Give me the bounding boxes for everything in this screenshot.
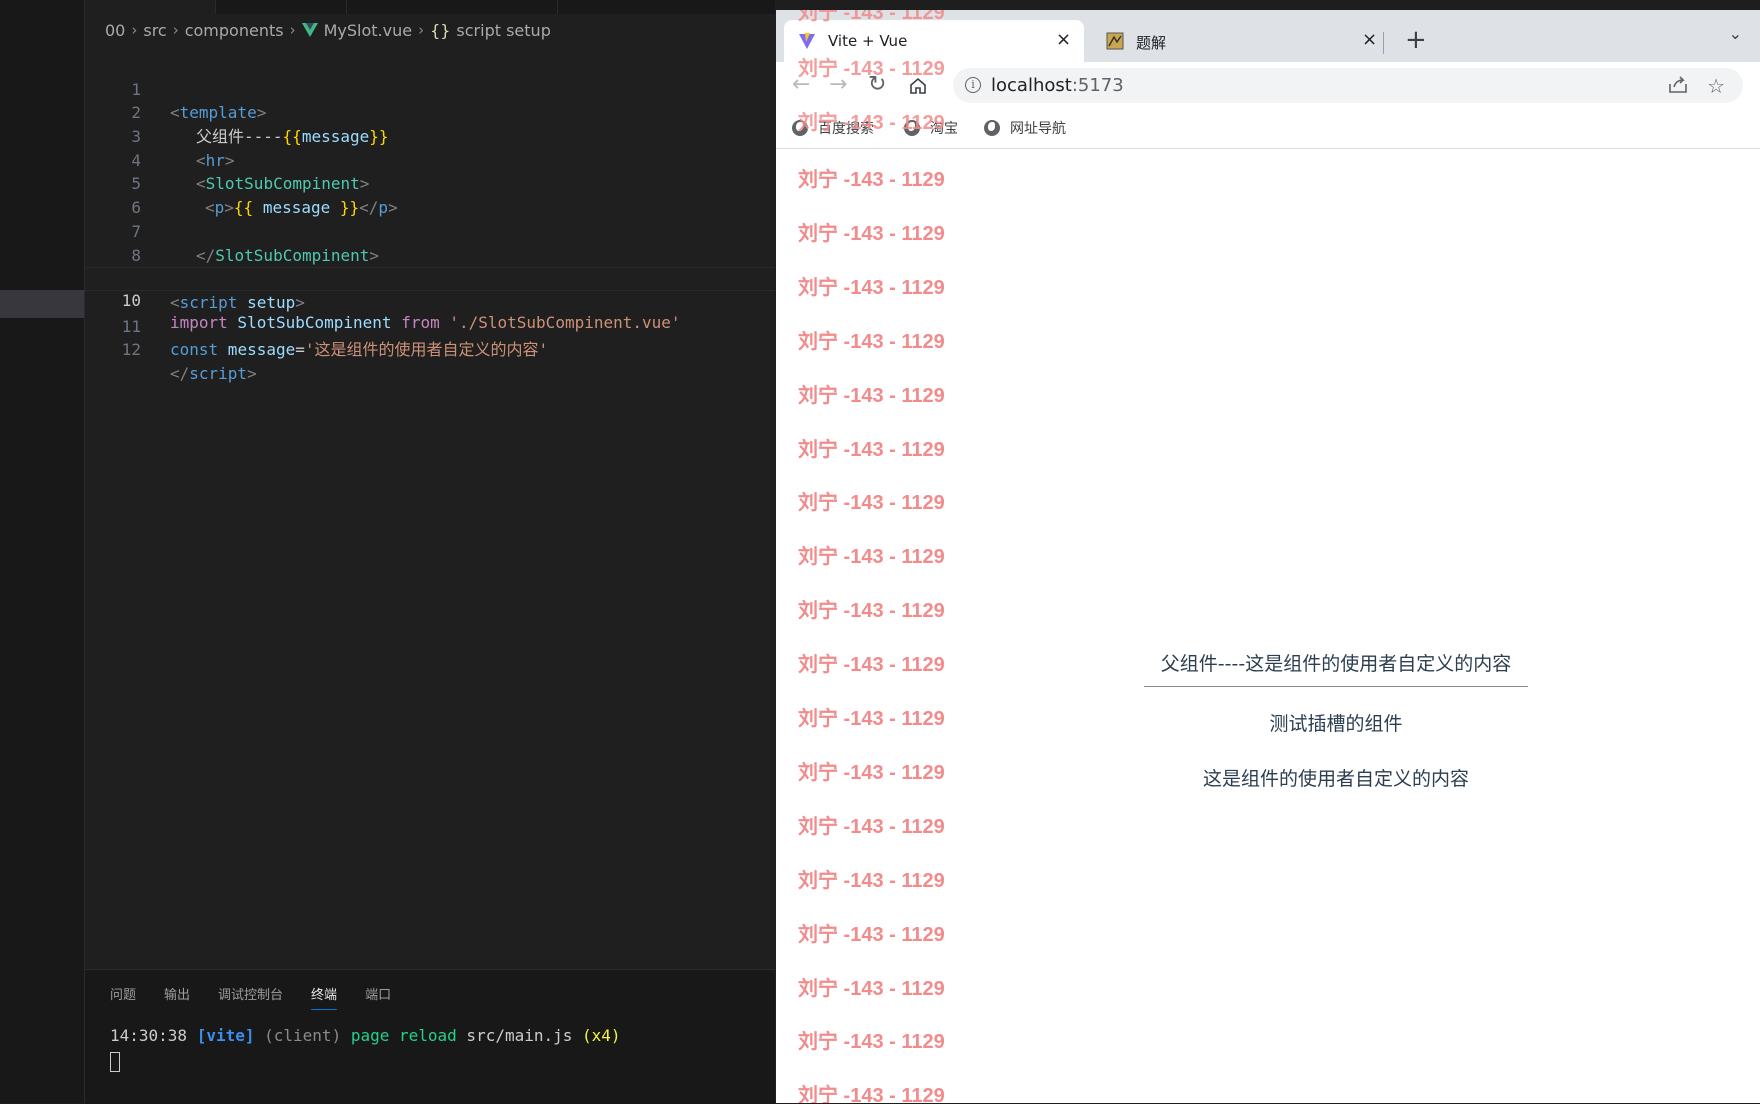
watermark-text: 刘宁 -143 - 1129 [798, 1085, 945, 1103]
breadcrumb-item[interactable]: components [185, 21, 284, 40]
terminal-output[interactable]: 14:30:38 [vite] (client) page reload src… [110, 1026, 621, 1045]
watermark-text: 刘宁 -143 - 1129 [798, 977, 945, 1000]
globe-icon [984, 120, 1000, 136]
tab-debug-console[interactable]: 调试控制台 [218, 984, 283, 1010]
browser-tab-active[interactable]: Vite + Vue × [784, 20, 1084, 62]
tab-output[interactable]: 输出 [164, 984, 190, 1010]
vite-favicon-icon [799, 33, 815, 49]
page-favicon-icon [1106, 32, 1124, 50]
tab-ports[interactable]: 端口 [365, 984, 391, 1010]
watermark-text: 刘宁 -143 - 1129 [798, 384, 945, 407]
bookmark-item[interactable]: 百度搜索 [792, 118, 874, 138]
chevron-right-icon: › [289, 21, 296, 39]
code-line-current[interactable]: 10 import SlotSubCompinent from './SlotS… [85, 267, 775, 332]
terminal-cursor [110, 1052, 120, 1072]
editor-tab-strip [85, 0, 775, 14]
watermark-text: 刘宁 -143 - 1129 [798, 276, 945, 299]
code-editor[interactable]: 00 › src › components › MySlot.vue › {} … [85, 14, 775, 969]
watermark-text: 刘宁 -143 - 1129 [798, 815, 945, 838]
browser-tab-bar: Vite + Vue × 题解 × + ⌄ [776, 10, 1760, 62]
line-number: 12 [121, 340, 141, 360]
breadcrumb-item[interactable]: MySlot.vue [324, 21, 412, 40]
breadcrumb-item[interactable]: 00 [105, 21, 125, 40]
chevron-right-icon: › [418, 21, 425, 39]
breadcrumb-item[interactable]: src [143, 21, 166, 40]
watermark-text: 刘宁 -143 - 1129 [798, 761, 945, 784]
bookmark-item[interactable]: 淘宝 [904, 118, 958, 138]
close-tab-icon[interactable]: × [1056, 29, 1071, 50]
tab-title: Vite + Vue [828, 32, 908, 50]
slot-content-text: 这是组件的使用者自定义的内容 [1202, 768, 1469, 790]
code-line[interactable]: 5 <p>{{ message }}</p> [85, 149, 775, 217]
back-arrow-icon[interactable]: ← [792, 72, 810, 97]
chevron-right-icon: › [172, 21, 179, 39]
chevron-right-icon: › [131, 21, 138, 39]
line-content: </script> [170, 363, 257, 383]
tab-separator [1383, 32, 1384, 54]
browser-toolbar: ← → ↻ i localhost:5173 ☆ [776, 62, 1760, 108]
code-line[interactable]: 12 </script> [85, 315, 775, 383]
editor-tab[interactable] [347, 0, 558, 14]
share-icon[interactable] [1668, 76, 1688, 94]
bookmark-star-icon[interactable]: ☆ [1707, 74, 1725, 98]
code-line[interactable]: 4 <SlotSubCompinent> [85, 125, 775, 194]
line-content: const message='这是组件的使用者自定义的内容' [170, 340, 549, 360]
bottom-panel: 问题 输出 调试控制台 终端 端口 14:30:38 [vite] (clien… [85, 969, 775, 1104]
tab-problems[interactable]: 问题 [110, 984, 136, 1010]
tab-terminal[interactable]: 终端 [311, 984, 338, 1010]
tab-title: 题解 [1136, 34, 1167, 52]
code-line[interactable]: 6 [85, 172, 775, 217]
bookmarks-bar: 百度搜索 淘宝 网址导航 [776, 108, 1760, 149]
watermark-text: 刘宁 -143 - 1129 [798, 654, 945, 677]
url-text: localhost:5173 [991, 75, 1124, 96]
code-line[interactable]: 7 </SlotSubCompinent> [85, 196, 775, 265]
vue-file-icon [301, 23, 318, 37]
site-info-icon[interactable]: i [965, 77, 981, 93]
globe-icon [904, 120, 920, 136]
watermark-text: 刘宁 -143 - 1129 [798, 600, 945, 623]
new-tab-button[interactable]: + [1405, 26, 1427, 54]
sub-component-title: 测试插槽的组件 [1269, 713, 1403, 735]
watermark-text: 刘宁 -143 - 1129 [798, 923, 945, 946]
code-line[interactable]: 1 <template> [85, 54, 775, 123]
code-line[interactable]: 2 父组件----{{message}} [85, 78, 775, 146]
browser-tab[interactable]: 题解 × [1092, 20, 1382, 62]
app-root: 父组件----这是组件的使用者自定义的内容 测试插槽的组件 这是组件的使用者自定… [1106, 649, 1566, 791]
page-viewport[interactable]: 刘宁 -143 - 1129 刘宁 -143 - 1129 刘宁 -143 - 11… [776, 149, 1760, 1103]
home-icon[interactable] [908, 76, 928, 96]
tab-search-chevron-icon[interactable]: ⌄ [1729, 24, 1742, 43]
reload-icon[interactable]: ↻ [868, 72, 886, 97]
browser-window: Vite + Vue × 题解 × + ⌄ ← → ↻ i localhost:… [776, 10, 1760, 1103]
breadcrumb-item[interactable]: script setup [456, 21, 550, 40]
braces-icon: {} [430, 20, 451, 40]
code-line[interactable]: 8 </template> [85, 220, 775, 289]
editor-tab-active[interactable] [85, 0, 216, 14]
code-line[interactable]: 3 <hr> [85, 101, 775, 170]
code-line[interactable]: 9 <script setup> [85, 244, 775, 312]
address-bar[interactable]: i localhost:5173 ☆ [953, 68, 1743, 103]
bookmark-item[interactable]: 网址导航 [984, 118, 1066, 138]
watermark-text: 刘宁 -143 - 1129 [798, 492, 945, 515]
watermark-text: 刘宁 -143 - 1129 [798, 708, 945, 730]
watermark-text: 刘宁 -143 - 1129 [798, 330, 945, 353]
panel-tabs: 问题 输出 调试控制台 终端 端口 [110, 984, 391, 1010]
watermark-text: 刘宁 -143 - 1129 [798, 1031, 945, 1054]
watermark-text: 刘宁 -143 - 1129 [798, 869, 945, 892]
watermark-text: 刘宁 -143 - 1129 [798, 438, 945, 461]
globe-icon [792, 120, 808, 136]
parent-component-text: 父组件----这是组件的使用者自定义的内容 [1160, 653, 1512, 675]
watermark-text: 刘宁 -143 - 1129 [798, 546, 945, 569]
code-lines[interactable]: 1 <template> 2 父组件----{{message}} 3 <hr>… [85, 54, 775, 383]
activity-selected-item[interactable] [0, 290, 84, 318]
close-tab-icon[interactable]: × [1362, 29, 1377, 50]
activity-bar [0, 0, 85, 1103]
divider [1144, 686, 1528, 687]
code-line[interactable]: 11 const message='这是组件的使用者自定义的内容' [85, 291, 775, 360]
watermark-text: 刘宁 -143 - 1129 [798, 222, 945, 245]
breadcrumb: 00 › src › components › MySlot.vue › {} … [105, 20, 551, 40]
editor-tab[interactable] [216, 0, 347, 14]
watermark-text: 刘宁 -143 - 1129 [798, 169, 945, 191]
forward-arrow-icon[interactable]: → [829, 72, 847, 97]
